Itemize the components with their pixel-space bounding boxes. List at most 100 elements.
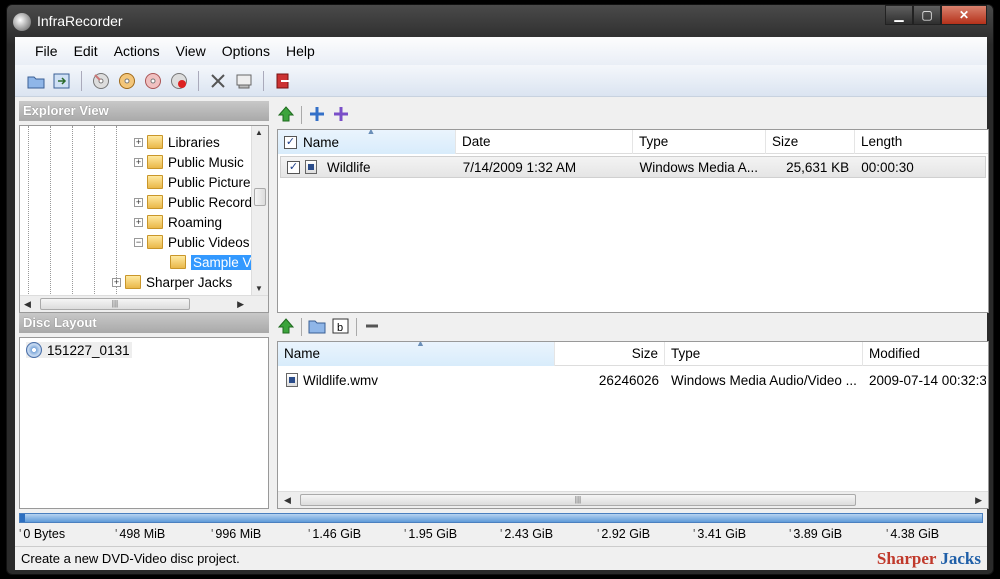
cell-type: Windows Media A... (639, 159, 759, 175)
sort-ascending-icon: ▲ (366, 129, 376, 136)
scroll-down-arrow-icon[interactable]: ▼ (255, 284, 263, 293)
menu-actions[interactable]: Actions (106, 43, 168, 59)
scroll-up-arrow-icon[interactable]: ▲ (255, 128, 263, 137)
scroll-thumb[interactable] (254, 188, 266, 206)
menu-options[interactable]: Options (214, 43, 278, 59)
column-header-name[interactable]: Name ▲ (278, 342, 555, 366)
file-name: Wildlife.wmv (303, 372, 379, 388)
table-row[interactable]: ✓ Wildlife 7/14/2009 1:32 AM Windows Med… (280, 156, 986, 178)
tools-icon[interactable] (207, 70, 229, 92)
up-folder-icon[interactable] (277, 317, 295, 338)
disc-file-list[interactable]: Name ▲ Size Type Modified Wildlife.wmv 2… (277, 341, 989, 509)
column-header-type[interactable]: Type (633, 130, 766, 154)
column-header-modified[interactable]: Modified (863, 342, 988, 366)
row-checkbox[interactable]: ✓ (287, 160, 300, 174)
title-bar[interactable]: InfraRecorder ▁ ▢ ✕ (7, 5, 993, 37)
app-icon (13, 13, 31, 31)
column-header-date[interactable]: Date (456, 130, 633, 154)
tree-item[interactable]: Public Pictures (134, 172, 257, 192)
up-folder-icon[interactable] (277, 105, 295, 126)
column-header-length[interactable]: Length (855, 130, 988, 154)
add-all-icon[interactable] (332, 105, 350, 126)
explorer-view-header: Explorer View (19, 101, 269, 121)
cell-modified: 2009-07-14 00:32:30 (869, 372, 986, 388)
tree-item[interactable]: + Sharper Jacks (112, 272, 232, 292)
remove-icon[interactable] (363, 317, 381, 338)
cell-size: 25,631 KB (786, 159, 850, 175)
disc-info-icon[interactable] (168, 70, 190, 92)
file-name: Wildlife (327, 159, 371, 175)
disc-list-header: Name ▲ Size Type Modified (278, 342, 988, 366)
column-header-size[interactable]: Size (766, 130, 855, 154)
tree-item-label: Public Videos (168, 234, 250, 250)
scroll-thumb[interactable]: ||| (40, 298, 190, 310)
disc-space-gauge (19, 513, 983, 523)
window-title: InfraRecorder (37, 13, 123, 29)
expand-icon[interactable]: + (134, 137, 143, 147)
tree-item[interactable]: + Public Recorded TV (134, 192, 268, 212)
sort-ascending-icon: ▲ (416, 341, 425, 348)
tree-vertical-scrollbar[interactable]: ▲ ▼ (251, 126, 268, 295)
column-header-type[interactable]: Type (665, 342, 863, 366)
eject-icon[interactable] (233, 70, 255, 92)
gauge-label: 4.38 GiB (886, 527, 939, 541)
scroll-right-arrow-icon[interactable]: ▶ (975, 495, 982, 506)
column-header-size[interactable]: Size (555, 342, 665, 366)
client-area: File Edit Actions View Options Help Expl… (15, 37, 989, 570)
scroll-left-arrow-icon[interactable]: ◀ (24, 299, 31, 310)
folder-tree[interactable]: + Libraries + Public Music Public Pictur… (19, 125, 269, 313)
disc-list-horizontal-scrollbar[interactable]: ◀ ||| ▶ (278, 491, 988, 508)
scroll-thumb[interactable]: ||| (300, 494, 856, 506)
toolbar-separator (356, 318, 357, 336)
video-file-icon (305, 160, 317, 174)
menu-file[interactable]: File (27, 43, 66, 59)
rename-icon[interactable]: b (332, 317, 350, 338)
menu-view[interactable]: View (168, 43, 214, 59)
tree-item[interactable]: − Public Videos (134, 232, 250, 252)
explorer-list-toolbar (277, 103, 350, 127)
close-button[interactable]: ✕ (941, 5, 987, 25)
scroll-right-arrow-icon[interactable]: ▶ (237, 299, 244, 310)
erase-disc-icon[interactable] (142, 70, 164, 92)
save-project-icon[interactable] (51, 70, 73, 92)
burn-image-icon[interactable] (90, 70, 112, 92)
new-folder-icon[interactable] (308, 318, 326, 337)
tree-item-label: Roaming (168, 214, 223, 230)
menu-edit[interactable]: Edit (66, 43, 106, 59)
expand-icon[interactable]: + (112, 277, 121, 287)
minimize-button[interactable]: ▁ (885, 5, 913, 25)
menu-bar: File Edit Actions View Options Help (15, 37, 987, 65)
tree-item-label: Public Music (168, 154, 244, 170)
expand-icon[interactable]: + (134, 157, 143, 167)
explorer-file-list[interactable]: ✓ Name ▲ Date Type Size Length ✓ Wildlif… (277, 129, 989, 313)
tree-item-label: Sharper Jacks (146, 274, 233, 290)
status-bar: Create a new DVD-Video disc project. Sha… (15, 546, 987, 570)
copy-disc-icon[interactable] (116, 70, 138, 92)
expand-icon[interactable]: + (134, 197, 143, 207)
app-window: InfraRecorder ▁ ▢ ✕ File Edit Actions Vi… (6, 4, 994, 575)
tree-horizontal-scrollbar[interactable]: ◀ ||| ▶ (20, 295, 268, 312)
add-file-icon[interactable] (308, 105, 326, 126)
folder-icon (147, 195, 163, 209)
open-project-icon[interactable] (25, 70, 47, 92)
expand-icon[interactable]: + (134, 217, 143, 227)
disc-tree[interactable]: 151227_0131 (19, 337, 269, 509)
scroll-left-arrow-icon[interactable]: ◀ (284, 495, 291, 506)
disc-root-item[interactable]: 151227_0131 (26, 342, 132, 358)
folder-icon (147, 135, 163, 149)
collapse-icon[interactable]: − (134, 237, 143, 247)
gauge-scale: 0 Bytes 498 MiB 996 MiB 1.46 GiB 1.95 Gi… (19, 526, 983, 542)
disc-icon (26, 342, 42, 358)
tree-item[interactable]: + Roaming (134, 212, 222, 232)
exit-icon[interactable] (272, 70, 294, 92)
folder-icon (125, 275, 141, 289)
table-row[interactable]: Wildlife.wmv 26246026 Windows Media Audi… (280, 369, 986, 391)
toolbar-separator (198, 70, 199, 91)
maximize-button[interactable]: ▢ (913, 5, 941, 25)
gauge-label: 2.43 GiB (500, 527, 553, 541)
select-all-checkbox[interactable]: ✓ (284, 135, 297, 149)
column-header-name[interactable]: ✓ Name ▲ (278, 130, 456, 154)
tree-item[interactable]: + Public Music (134, 152, 244, 172)
menu-help[interactable]: Help (278, 43, 323, 59)
tree-item[interactable]: + Libraries (134, 132, 220, 152)
